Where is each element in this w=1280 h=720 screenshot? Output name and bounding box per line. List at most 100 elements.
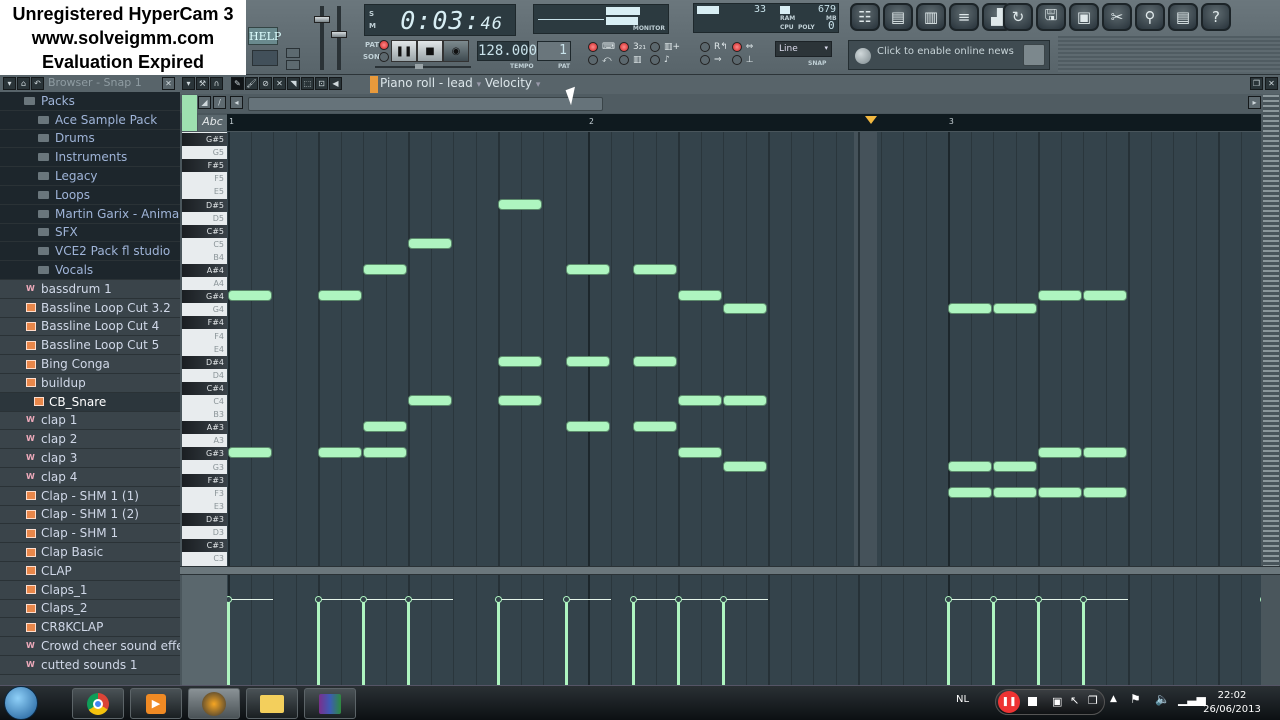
slider-knob[interactable] — [331, 31, 347, 38]
note-As3[interactable] — [363, 421, 407, 433]
velocity-handle[interactable] — [360, 596, 367, 604]
browser-file[interactable]: Wcutted sounds 1 — [0, 655, 180, 675]
piano-key[interactable]: C#5 — [182, 224, 227, 238]
detach-window-icon[interactable]: ❐ — [1250, 77, 1263, 90]
piano-key[interactable]: A#4 — [182, 264, 227, 278]
browser-file[interactable]: Wclap 3 — [0, 449, 180, 468]
browser-folder[interactable]: Martin Garix - Animals — [0, 204, 180, 224]
browser-home-icon[interactable]: ⌂ — [17, 77, 30, 90]
note-Gs3[interactable] — [318, 447, 362, 459]
options-menu-icon[interactable]: ▾ — [182, 77, 195, 90]
taskbar-chrome[interactable] — [72, 688, 124, 719]
browser-folder[interactable]: Drums — [0, 129, 180, 149]
pause-button[interactable]: ❚❚ — [391, 40, 417, 62]
taskbar-media-player[interactable]: ▶ — [130, 688, 182, 719]
note-As4[interactable] — [565, 264, 610, 275]
browser-file[interactable]: Wclap 4 — [0, 467, 180, 487]
browser-file[interactable]: W Crowd cheer sound effect — [0, 637, 180, 656]
brush-tool-icon[interactable]: 🖌 — [245, 77, 258, 90]
velocity-bar[interactable] — [497, 599, 500, 685]
playlist-icon[interactable]: ☷ — [850, 3, 880, 31]
channel-selector-tab[interactable] — [370, 76, 378, 93]
volume-icon[interactable]: 🔈 — [1155, 692, 1170, 706]
note-Ds4[interactable] — [565, 355, 610, 367]
velocity-bar[interactable] — [947, 599, 950, 685]
velocity-bar[interactable] — [677, 599, 680, 685]
show-hidden-icons[interactable]: ▲ — [1110, 694, 1117, 704]
playhead-marker[interactable] — [865, 116, 877, 124]
note-Gs3[interactable] — [1038, 447, 1082, 459]
step-sequencer-icon[interactable]: ▤ — [883, 3, 913, 31]
wrench-icon[interactable]: ⚒ — [196, 77, 209, 90]
piano-key[interactable]: G3 — [182, 461, 227, 474]
browser-close-icon[interactable]: ✕ — [162, 77, 175, 90]
delete-tool-icon[interactable]: ⊘ — [259, 77, 272, 90]
browser-file[interactable]: Bassline Loop Cut 4 — [0, 317, 180, 337]
note-C4[interactable] — [678, 395, 722, 406]
note-Gs3[interactable] — [678, 447, 722, 459]
master-volume-slider[interactable] — [314, 6, 330, 70]
note-Gs4[interactable] — [228, 290, 272, 302]
position-slider[interactable] — [375, 64, 471, 69]
note-labels-button[interactable]: Abc — [198, 115, 227, 131]
browser-file[interactable]: Clap Basic — [0, 543, 180, 562]
piano-key[interactable]: C#3 — [182, 539, 227, 553]
velocity-handle[interactable] — [630, 596, 637, 604]
slider-knob[interactable] — [314, 16, 330, 23]
master-pitch-slider[interactable] — [331, 6, 347, 70]
note-G4[interactable] — [993, 303, 1037, 315]
taskbar-fl-studio[interactable] — [188, 688, 240, 719]
vertical-scrollbar[interactable] — [1263, 95, 1279, 570]
piano-key[interactable]: A4 — [182, 277, 227, 290]
piano-key[interactable]: E5 — [182, 185, 227, 198]
event-editor-splitter[interactable] — [180, 566, 1280, 575]
note-G3[interactable] — [948, 460, 992, 472]
window-icon[interactable]: ❐ — [1088, 694, 1098, 707]
camera-icon[interactable]: ▣ — [1052, 695, 1062, 708]
piano-key[interactable]: G#3 — [182, 447, 227, 461]
mute-tool-icon[interactable]: ✕ — [273, 77, 286, 90]
piano-key[interactable]: F#5 — [182, 159, 227, 173]
browser-file[interactable]: buildup — [0, 373, 180, 393]
windows-start-button[interactable] — [4, 686, 38, 720]
note-G4[interactable] — [723, 303, 767, 315]
multilink-led[interactable] — [731, 42, 742, 52]
browser-folder[interactable]: Packs — [0, 92, 180, 111]
ghost-notes-icon[interactable]: ◢ — [198, 96, 211, 109]
browser-file[interactable]: Bassline Loop Cut 5 — [0, 336, 180, 356]
note-F3[interactable] — [1083, 486, 1127, 498]
browser-file[interactable]: Clap - SHM 1 (1) — [0, 486, 180, 506]
cut-tool-icon[interactable]: ✂ — [1102, 3, 1132, 31]
note-As3[interactable] — [565, 421, 610, 433]
browser-file[interactable]: Bing Conga — [0, 355, 180, 374]
notes-icon[interactable]: ▤ — [1168, 3, 1198, 31]
browser-folder[interactable]: VCE2 Pack fl studio — [0, 242, 180, 262]
browser-file[interactable]: Claps_1 — [0, 580, 180, 600]
metronome-led[interactable] — [588, 55, 598, 65]
browser-folder[interactable]: Ace Sample Pack — [0, 110, 180, 130]
browser-file[interactable]: Bassline Loop Cut 3.2 — [0, 298, 180, 318]
note-F3[interactable] — [948, 486, 992, 498]
countdown-led[interactable] — [619, 42, 629, 52]
magnet-snap-icon[interactable]: ∩ — [210, 77, 223, 90]
piano-keyboard[interactable]: G#5 G5 F#5 F5 E5 D#5 D5 C#5 C5 B4 A#4 A4 G#4 G4 F#4 F4 E… — [182, 132, 227, 566]
piano-key[interactable]: E4 — [182, 343, 227, 356]
playback-tool-icon[interactable]: ◀ — [329, 77, 342, 90]
velocity-handle[interactable] — [945, 596, 952, 604]
note-G3[interactable] — [993, 460, 1037, 472]
pattern-display[interactable]: 1 — [537, 41, 571, 61]
slice-tool-icon[interactable]: ◥ — [287, 77, 300, 90]
zoom-tool-icon[interactable]: ⊡ — [315, 77, 328, 90]
velocity-handle[interactable] — [227, 596, 232, 604]
note-C4[interactable] — [408, 395, 452, 406]
piano-key[interactable]: F4 — [182, 330, 227, 343]
draw-line-icon[interactable]: / — [213, 96, 226, 109]
velocity-bar[interactable] — [317, 599, 320, 685]
browser-file[interactable]: Clap - SHM 1 (2) — [0, 505, 180, 525]
piano-key[interactable]: C#4 — [182, 381, 227, 395]
velocity-bar[interactable] — [1037, 599, 1040, 685]
piano-key[interactable]: G5 — [182, 146, 227, 159]
note-Gs4[interactable] — [678, 290, 722, 302]
velocity-handle[interactable] — [1035, 596, 1042, 604]
pat-mode-led[interactable] — [379, 40, 389, 50]
